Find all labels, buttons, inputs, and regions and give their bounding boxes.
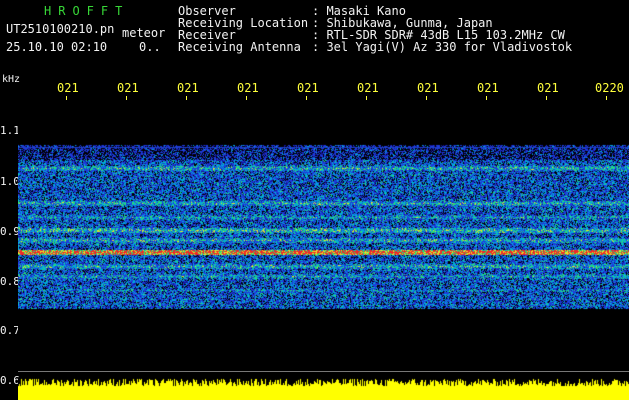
x-tick-label: 021 — [237, 81, 259, 95]
x-tick-label: 021 — [537, 81, 559, 95]
x-tick-label: 0220 — [595, 81, 624, 95]
date-time: 25.10.10 02:10 — [6, 40, 108, 54]
y-tick-label: 0.8 — [0, 275, 20, 288]
spectrogram-canvas — [18, 100, 629, 376]
field-value-antenna: : 3el Yagi(V) Az 330 for Vladivostok — [312, 40, 573, 54]
x-tick-label: 021 — [477, 81, 499, 95]
y-tick-label: 1.1 — [0, 124, 20, 137]
mode-label: meteor — [122, 26, 166, 40]
x-tick-label: 021 — [57, 81, 79, 95]
y-tick-label: 0.6 — [0, 374, 20, 387]
y-tick-label: 1.0 — [0, 175, 20, 188]
signal-level-band — [18, 378, 629, 400]
divider-line — [18, 371, 629, 372]
y-tick-label: 0.7 — [0, 324, 20, 337]
station-code: HROFFT — [44, 4, 130, 18]
x-tick-label: 021 — [177, 81, 199, 95]
x-tick-label: 021 — [297, 81, 319, 95]
x-tick-label: 021 — [357, 81, 379, 95]
y-tick-label: 0.9 — [0, 225, 20, 238]
y-axis-unit: kHz — [2, 74, 21, 85]
spectrogram — [18, 100, 629, 376]
x-tick-label: 021 — [117, 81, 139, 95]
x-tick-label: 021 — [417, 81, 439, 95]
filename: UT2510100210.pn — [6, 22, 115, 36]
count-label: 0.. — [139, 40, 161, 54]
field-label-antenna: Receiving Antenna — [178, 40, 301, 54]
